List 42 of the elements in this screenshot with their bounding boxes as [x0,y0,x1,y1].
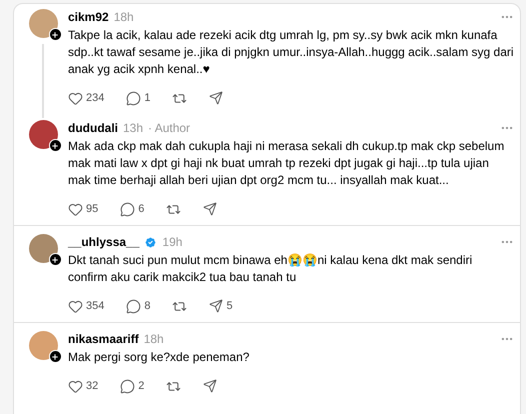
reply-icon[interactable] [126,298,142,314]
share-count: 5 [226,298,233,314]
share-icon[interactable] [209,299,224,313]
follow-plus-icon[interactable] [48,28,62,41]
username[interactable]: __uhlyssa__ [68,233,140,251]
username[interactable]: dududali [68,119,118,137]
avatar-photo[interactable] [28,331,58,360]
username[interactable]: cikm92 [68,8,109,26]
follow-plus-icon[interactable] [48,350,62,363]
like-count: 234 [86,90,104,106]
post-time: 13h [123,120,144,137]
share-icon[interactable] [209,91,224,105]
like-icon[interactable] [68,202,83,216]
post-text: Dkt tanah suci pun mulut mcm binawa eh😭😭ni kalau kena dkt mak sendiri confirm aku carik makcik2 tua bau tanah tu [68,252,474,286]
share-icon[interactable] [203,202,218,216]
like-count: 95 [86,202,98,217]
post-time: 18h [144,331,164,348]
reply-count: 1 [144,90,150,106]
post-text: Mak ada ckp mak dah cukupla haji ni merasa sekali dh cukup.tp mak ckp sebelum mak mati law x dpt gi haji nk buat umrah tp rezeki dpt jugak gi haji...tp tula ujian mak time berhaji allah beri ujian dpt org2 mcm tu... insyallah mak kuat... [68,138,506,189]
avatar-photo[interactable] [28,120,58,149]
reply-icon[interactable] [126,90,142,106]
like-icon[interactable] [68,378,83,394]
avatar-photo[interactable] [28,234,58,263]
reply-icon[interactable] [120,378,136,394]
username[interactable]: nikasmaariff [68,330,139,348]
follow-plus-icon[interactable] [48,139,62,152]
like-icon[interactable] [68,298,83,314]
like-count: 32 [86,378,98,394]
reply-icon[interactable] [120,202,136,216]
post-text: Takpe la acik, kalau ade rezeki acik dtg umrah lg, pm sy..sy bwk acik mkn kunafa sdp..kt tawaf sesame je..jika di pnjgkn umur..insya-Allah..huggg acik..salam syg dari anak yg acik xpnh kenal..♥ [68,27,514,78]
avatar-photo[interactable] [28,9,58,38]
post-time: 18h [114,9,134,26]
like-icon[interactable] [68,90,83,106]
like-count: 354 [86,298,104,314]
follow-plus-icon[interactable] [48,253,62,266]
share-icon[interactable] [203,379,218,393]
author-label: · Author [148,120,190,137]
post-time: 19h [162,234,182,251]
reply-count: 6 [138,202,144,217]
post-text: Mak pergi sorg ke?xde peneman? [68,349,250,366]
reply-count: 8 [144,298,150,314]
reply-count: 2 [138,378,144,394]
